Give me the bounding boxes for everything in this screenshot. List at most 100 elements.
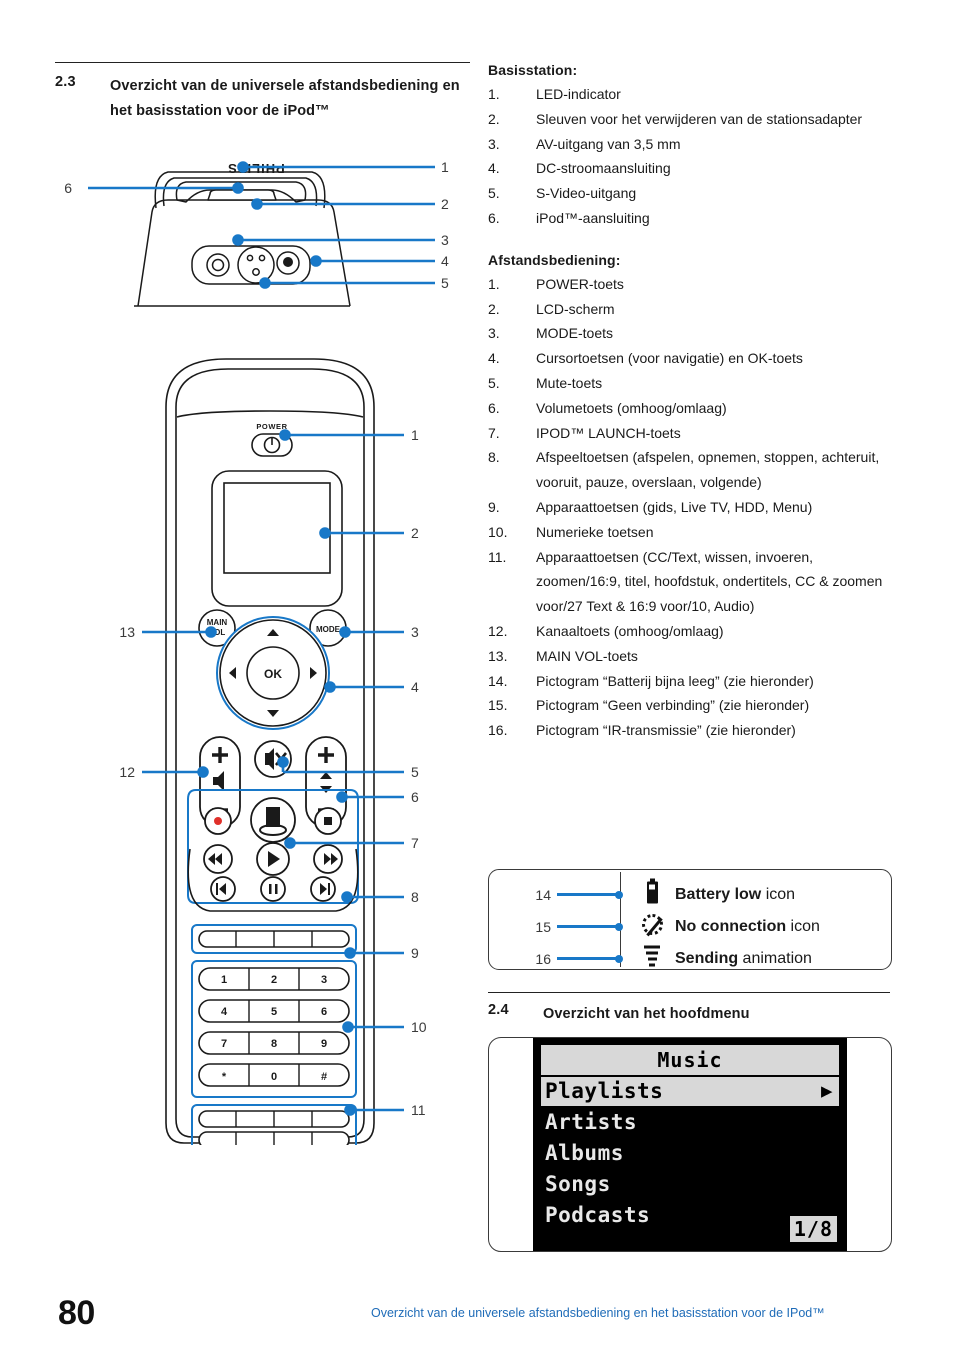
device-keys-row[interactable] [191, 924, 357, 954]
item-number: 3. [488, 325, 500, 342]
item-text: Afspeeltoetsen (afspelen, opnemen, stopp… [536, 449, 880, 491]
item-number: 4. [488, 350, 500, 367]
item-number: 3. [488, 135, 500, 152]
list-item: 9. Apparaattoetsen (gids, Live TV, HDD, M… [488, 495, 896, 520]
legend-leader-dot [615, 954, 623, 963]
cursor-ring[interactable]: OK [216, 616, 330, 730]
list-item: 4. Cursortoetsen (voor navigatie) en OK-t… [488, 346, 896, 371]
section-heading-2-3: 2.3 Overzicht van de universele afstands… [55, 74, 470, 124]
menu-item-label: Songs [545, 1172, 611, 1196]
menu-item-label: Podcasts [545, 1203, 651, 1227]
item-text: S-Video-uitgang [536, 185, 637, 202]
ok-button-label: OK [264, 667, 282, 681]
list-item: 8. Afspeeltoetsen (afspelen, opnemen, sto… [488, 445, 896, 495]
list-item: 1. LED-indicator [488, 82, 896, 107]
section-number: 2.4 [488, 1002, 509, 1018]
list-item: 6. iPod™-aansluiting [488, 206, 896, 231]
legend-number: 14 [535, 886, 551, 903]
power-button[interactable] [251, 433, 293, 457]
svg-text:VOL: VOL [209, 628, 226, 637]
item-text: LED-indicator [536, 86, 621, 102]
pause-button [260, 876, 286, 902]
section-number: 2.3 [55, 74, 76, 90]
item-number: 6. [488, 399, 500, 416]
legend-leader-line [557, 893, 619, 896]
numeric-keypad[interactable]: 1 2 3 4 5 6 7 8 9 * 0 # [191, 960, 357, 1098]
item-number: 6. [488, 209, 500, 226]
bottom-device-keys[interactable] [191, 1104, 357, 1145]
no-connection-icon [635, 913, 669, 940]
list-item: 4. DC-stroomaansluiting [488, 156, 896, 181]
section-rule [55, 62, 470, 63]
menu-item-label: Artists [545, 1110, 638, 1134]
page-number: 80 [58, 1294, 95, 1332]
icon-legend-box: 14 Battery low icon 15 No connection ico… [488, 869, 892, 970]
basestation-list: 1. LED-indicator 2. Sleuven voor het verwi… [488, 82, 896, 231]
main-menu-figure: Music Playlists ▶ Artists Albums Songs P… [488, 1037, 892, 1252]
item-number: 2. [488, 110, 500, 127]
item-text: Kanaaltoets (omhoog/omlaag) [536, 622, 724, 639]
philips-brand-text: PHILIPS [227, 161, 285, 176]
item-text: Volumetoets (omhoog/omlaag) [536, 399, 727, 416]
right-column: Basisstation: 1. LED-indicator 2. Sleuven … [488, 62, 896, 743]
key-0: 0 [271, 1071, 277, 1083]
legend-label: Sending animation [675, 950, 812, 968]
list-item: 15. Pictogram “Geen verbinding” (zie hier… [488, 693, 896, 718]
list-item: 14. Pictogram “Batterij bijna leeg” (zie … [488, 669, 896, 694]
item-text: MODE-toets [536, 325, 614, 342]
key-star: * [222, 1071, 227, 1083]
item-text: LCD-scherm [536, 300, 615, 317]
list-item: 7. IPOD™ LAUNCH-toets [488, 421, 896, 446]
basestation-list-heading: Basisstation: [488, 62, 578, 78]
menu-item-songs[interactable]: Songs [541, 1170, 839, 1199]
legend-label-bold: No connection [675, 917, 787, 935]
item-text: DC-stroomaansluiting [536, 160, 671, 177]
page-counter: 1/8 [789, 1216, 837, 1242]
item-text: Pictogram “Geen verbinding” (zie hierond… [536, 697, 810, 714]
footer-text: Overzicht van de universele afstandsbedi… [371, 1306, 825, 1320]
list-item: 6. Volumetoets (omhoog/omlaag) [488, 396, 896, 421]
item-number: 2. [488, 300, 500, 317]
key-5: 5 [271, 1006, 277, 1018]
menu-item-albums[interactable]: Albums [541, 1139, 839, 1168]
list-item: 11. Apparaattoetsen (CC/Text, wissen, inv… [488, 545, 896, 619]
item-number: 13. [488, 647, 508, 664]
legend-number: 15 [535, 918, 551, 935]
menu-item-artists[interactable]: Artists [541, 1108, 839, 1137]
key-8: 8 [271, 1038, 277, 1050]
chevron-right-icon: ▶ [821, 1080, 833, 1102]
section-2-4-block: 2.4 Overzicht van het hoofdmenu [488, 992, 890, 1027]
item-number: 14. [488, 672, 508, 689]
item-text: MAIN VOL-toets [536, 647, 638, 664]
mute-button[interactable] [254, 740, 292, 778]
remote-list-heading: Afstandsbediening: [488, 251, 621, 268]
key-7: 7 [221, 1038, 227, 1050]
list-item: 2. Sleuven voor het verwijderen van de st… [488, 107, 896, 132]
legend-label-rest: icon [761, 885, 796, 903]
item-text: Pictogram “IR-transmissie” (zie hieronde… [536, 722, 796, 739]
item-number: 10. [488, 523, 508, 540]
item-text: POWER-toets [536, 275, 624, 292]
key-9: 9 [321, 1038, 327, 1050]
legend-label-bold: Sending [675, 949, 739, 967]
item-number: 9. [488, 498, 500, 515]
item-text: Apparaattoetsen (CC/Text, wissen, invoer… [536, 548, 883, 615]
legend-row-no-connection: 15 No connection icon [489, 910, 891, 943]
list-item: 16. Pictogram “IR-transmissie” (zie hiero… [488, 718, 896, 743]
key-1: 1 [221, 974, 227, 986]
battery-low-icon [635, 878, 669, 908]
legend-label-rest: animation [738, 949, 812, 967]
lcd-title: Music [541, 1045, 839, 1075]
svg-text:MAIN: MAIN [207, 618, 228, 627]
legend-label-bold: Battery low [675, 885, 762, 903]
legend-leader-dot [615, 890, 623, 899]
ipod-launch-button[interactable] [250, 797, 296, 843]
legend-label: Battery low icon [675, 886, 795, 904]
menu-item-playlists[interactable]: Playlists ▶ [541, 1077, 839, 1106]
lcd-content: Music Playlists ▶ Artists Albums Songs P… [541, 1045, 839, 1244]
legend-label-rest: icon [786, 917, 820, 935]
item-number: 12. [488, 622, 508, 639]
item-number: 5. [488, 374, 500, 391]
lcd-display: Music Playlists ▶ Artists Albums Songs P… [533, 1038, 847, 1251]
list-item: 1. POWER-toets [488, 272, 896, 297]
